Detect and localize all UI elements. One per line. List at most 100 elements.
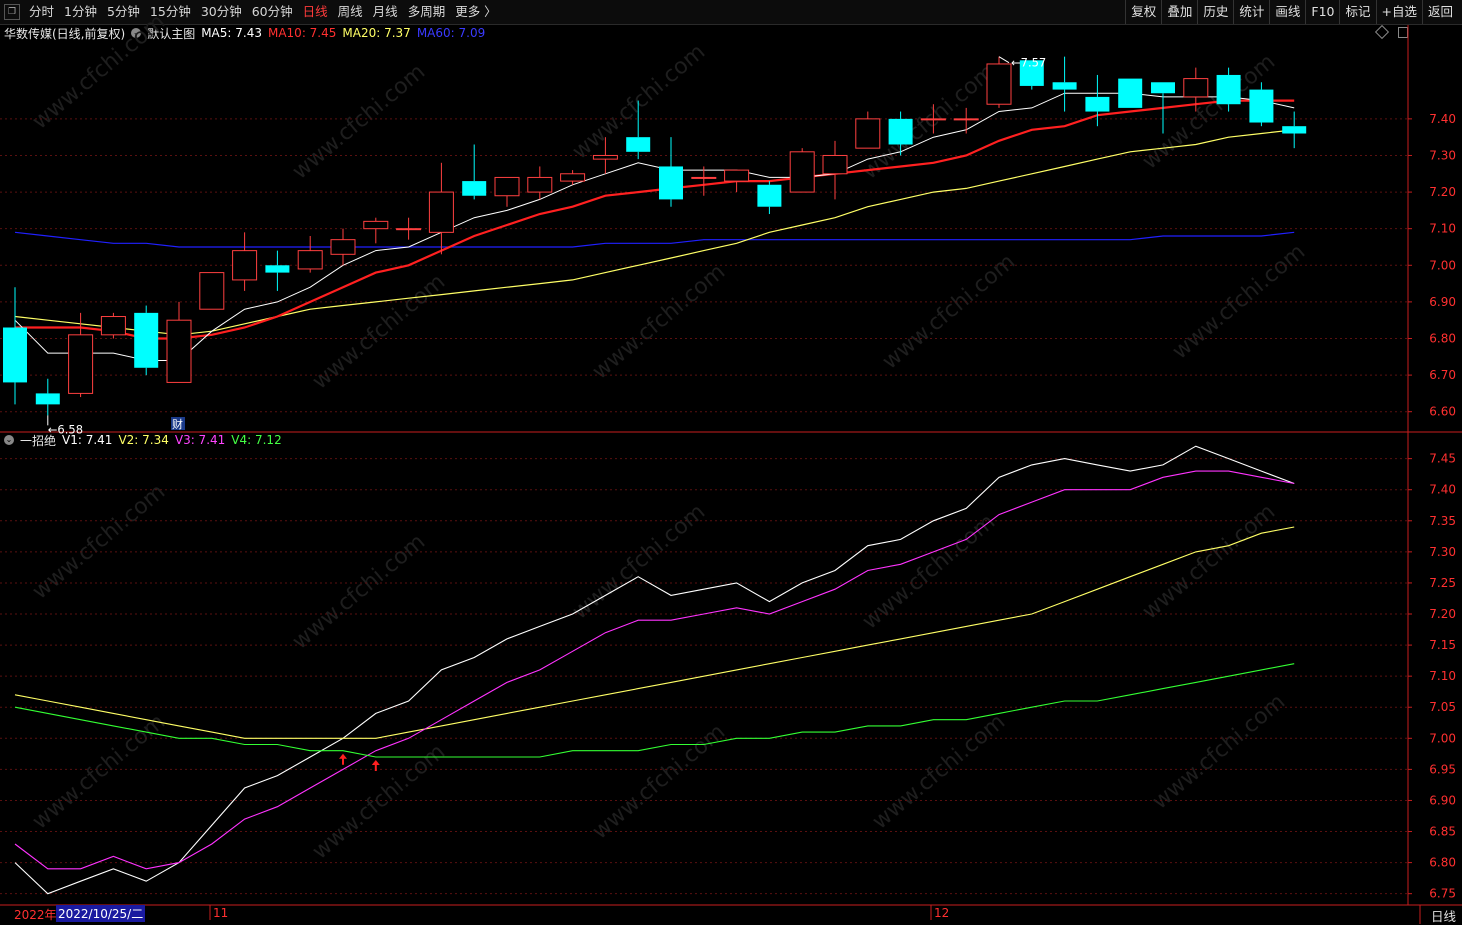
indicator-tick-label: 6.90	[1429, 793, 1456, 807]
candle	[3, 287, 27, 405]
candle-body	[1085, 96, 1110, 112]
candle	[428, 162, 454, 255]
candle	[659, 137, 683, 207]
candle-body	[1183, 78, 1209, 98]
candle	[396, 217, 422, 240]
candle-body	[232, 250, 258, 281]
cursor-date: 2022/10/25/二	[56, 905, 146, 922]
candle-body	[592, 154, 618, 160]
candle	[199, 272, 225, 310]
price-axis-labels: 7.40 7.30 7.20 7.10 7.00 6.90 6.80 6.70 6.60 7.45…	[1408, 112, 1456, 901]
candle-body	[1249, 89, 1274, 123]
watermark-text: www.cfchi.com	[588, 719, 730, 844]
candle-body	[1282, 126, 1307, 134]
candle	[100, 312, 126, 339]
candle-body	[626, 137, 651, 152]
indicator-tick-label: 7.25	[1429, 576, 1456, 590]
candle-body	[757, 184, 782, 207]
candle-body	[1052, 82, 1077, 90]
candle-body	[134, 312, 159, 368]
candle-body	[1118, 78, 1143, 108]
candle	[265, 250, 290, 291]
candle-body	[724, 169, 750, 182]
candle-body	[68, 334, 94, 394]
candle	[986, 56, 1012, 108]
candle	[724, 169, 750, 193]
price-tick-label: 6.60	[1429, 405, 1456, 419]
candle-body	[363, 220, 389, 230]
candle	[166, 301, 192, 383]
watermark-text: www.cfchi.com	[308, 739, 450, 864]
indicator-tick-label: 7.35	[1429, 514, 1456, 528]
indicator-tick-label: 7.10	[1429, 669, 1456, 683]
candle-body	[888, 118, 913, 145]
watermark-text: www.cfchi.com	[288, 59, 430, 184]
high-price-label: ←7.57	[1011, 56, 1046, 70]
watermark-text: www.cfchi.com	[308, 269, 450, 394]
watermark-text: www.cfchi.com	[1148, 689, 1290, 814]
candle-body	[199, 272, 225, 310]
candle	[297, 236, 323, 273]
v3-line	[14, 470, 1295, 870]
candle-body	[166, 319, 192, 383]
candle-body	[986, 63, 1012, 105]
candle-body	[855, 118, 881, 149]
candle	[757, 181, 782, 215]
watermark-text: www.cfchi.com	[28, 9, 170, 134]
buy-signal-arrow	[339, 753, 347, 765]
price-tick-label: 7.00	[1429, 258, 1456, 272]
indicator-tick-label: 7.05	[1429, 700, 1456, 714]
period-indicator[interactable]: 日线	[1431, 906, 1456, 925]
watermark-text: www.cfchi.com	[28, 709, 170, 834]
candle-body	[789, 151, 815, 193]
candle-body	[920, 118, 946, 121]
candle-body	[822, 154, 848, 175]
watermark-text: www.cfchi.com	[568, 499, 710, 624]
candle	[1118, 78, 1143, 108]
candle	[462, 144, 487, 200]
price-tick-label: 7.20	[1429, 185, 1456, 199]
indicator-tick-label: 6.95	[1429, 762, 1456, 776]
arrow-shape	[339, 753, 347, 765]
indicator-tick-label: 7.30	[1429, 545, 1456, 559]
candle	[35, 378, 60, 416]
candle-body	[560, 173, 586, 182]
indicator-tick-label: 6.80	[1429, 856, 1456, 870]
watermark-text: www.cfchi.com	[858, 509, 1000, 634]
price-tick-label: 7.30	[1429, 148, 1456, 162]
watermark-text: www.cfchi.com	[288, 529, 430, 654]
candle	[855, 111, 881, 149]
candle	[691, 166, 717, 196]
indicator-tick-label: 7.20	[1429, 607, 1456, 621]
candle-body	[396, 228, 422, 231]
finance-badge-label: 财	[172, 417, 183, 431]
indicator-tick-label: 7.00	[1429, 731, 1456, 745]
candle	[1282, 111, 1307, 149]
chart-frame	[0, 25, 1462, 924]
indicator-lines	[14, 445, 1295, 895]
low-price-label: ←6.58	[48, 422, 83, 436]
indicator-tick-label: 7.40	[1429, 483, 1456, 497]
price-tick-label: 7.40	[1429, 112, 1456, 126]
stock-chart[interactable]: www.cfchi.com www.cfchi.com www.cfchi.com w…	[0, 0, 1462, 924]
candle	[560, 170, 586, 185]
price-tick-label: 6.80	[1429, 331, 1456, 345]
candle	[330, 228, 356, 266]
indicator-tick-label: 7.45	[1429, 452, 1456, 466]
watermark-text: www.cfchi.com	[28, 479, 170, 604]
v4-line	[14, 663, 1295, 758]
candle-body	[3, 327, 27, 383]
candlestick-series	[3, 56, 1307, 416]
watermark-text: www.cfchi.com	[868, 709, 1010, 834]
watermark-text: www.cfchi.com	[878, 249, 1020, 374]
candle	[363, 217, 389, 244]
candle-body	[428, 191, 454, 233]
v1-line	[14, 445, 1295, 895]
watermark-text: www.cfchi.com	[1138, 499, 1280, 624]
ma60-line	[14, 231, 1295, 248]
high-pointer	[998, 56, 1010, 64]
candle-body	[35, 393, 60, 405]
candle-body	[330, 239, 356, 255]
watermark-text: www.cfchi.com	[588, 259, 730, 384]
candle-body	[527, 176, 553, 193]
